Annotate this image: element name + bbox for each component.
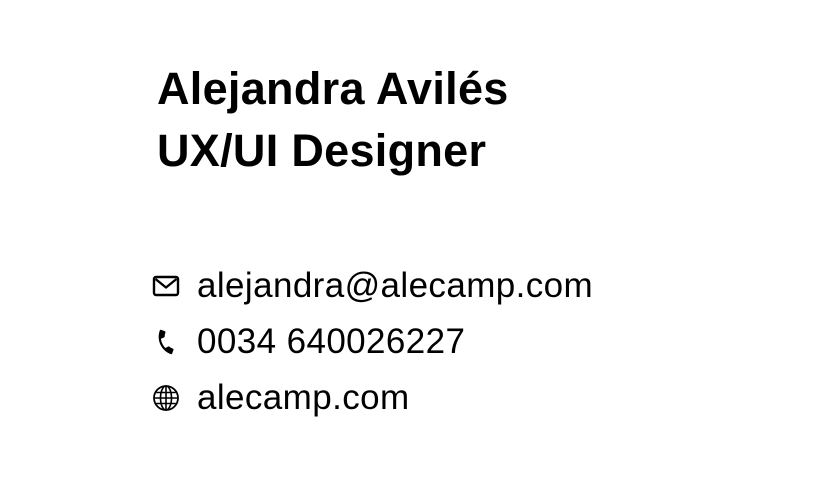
contact-list: alejandra@alecamp.com 0034 640026227 ale…	[150, 258, 593, 426]
contact-website: alecamp.com	[150, 370, 593, 426]
phone-link[interactable]: 0034 640026227	[197, 322, 465, 362]
phone-icon	[150, 326, 182, 358]
profile-role: UX/UI Designer	[157, 125, 487, 176]
contact-card: Alejandra Avilés UX/UI Designer alejandr…	[0, 0, 840, 480]
profile-name: Alejandra Avilés	[157, 63, 509, 114]
contact-email: alejandra@alecamp.com	[150, 258, 593, 314]
envelope-icon	[150, 270, 182, 302]
profile-heading: Alejandra Avilés UX/UI Designer	[157, 58, 509, 182]
contact-phone: 0034 640026227	[150, 314, 593, 370]
globe-icon	[150, 382, 182, 414]
website-link[interactable]: alecamp.com	[197, 378, 410, 418]
email-link[interactable]: alejandra@alecamp.com	[197, 266, 593, 306]
